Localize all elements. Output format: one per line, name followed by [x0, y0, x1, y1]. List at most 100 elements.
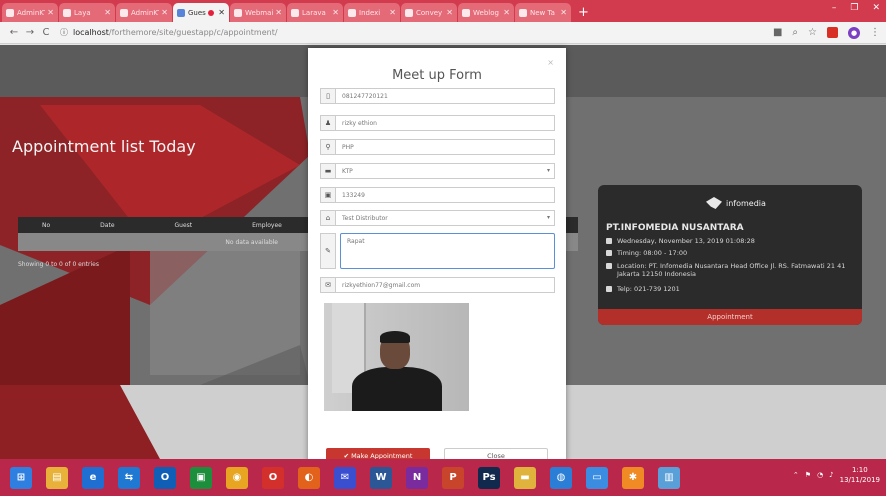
recording-dot-icon — [208, 9, 215, 16]
maximize-icon[interactable]: ❐ — [850, 3, 858, 13]
info-icon[interactable]: ⓘ — [60, 27, 68, 38]
browser-tab[interactable]: AdminKT ✕ — [2, 3, 58, 22]
windows-start-icon[interactable]: ⊞ — [10, 466, 32, 489]
network-tray-icon[interactable]: ◔ — [817, 471, 823, 479]
meetup-modal: × Meet up Form ▯ 081247720121 ♟ rizky et… — [308, 48, 566, 470]
tab-close-icon[interactable]: ✕ — [218, 8, 225, 17]
xampp-icon[interactable]: ✱ — [622, 466, 644, 489]
powerpoint-icon[interactable]: P — [442, 466, 464, 489]
browser-tab[interactable]: Laya ✕ — [59, 3, 115, 22]
tab-close-icon[interactable]: ✕ — [560, 8, 567, 17]
phone-icon — [606, 286, 612, 292]
tab-favicon-icon — [348, 8, 356, 17]
extension-icon[interactable] — [827, 27, 838, 38]
reload-icon[interactable]: C — [38, 27, 54, 38]
name-input[interactable]: rizky ethion — [336, 115, 555, 131]
user-icon: ♟ — [320, 115, 336, 131]
bookmark-star-icon[interactable]: ☆ — [808, 27, 817, 38]
phone-input[interactable]: 081247720121 — [336, 88, 555, 104]
column-header-guest[interactable]: Guest — [175, 222, 193, 229]
camera-icon[interactable]: ■ — [773, 27, 782, 38]
toolbar-extensions: ■ ⌕ ☆ ● ⋮ — [773, 26, 880, 39]
profile-avatar-icon[interactable]: ● — [848, 26, 860, 39]
forward-icon[interactable]: → — [22, 27, 38, 38]
tab-close-icon[interactable]: ✕ — [104, 8, 111, 17]
folder-icon[interactable]: ▬ — [514, 466, 536, 489]
tab-favicon-icon — [519, 8, 527, 17]
flag-icon[interactable]: ⚑ — [805, 471, 811, 479]
browser-tab[interactable]: Larava ✕ — [287, 3, 343, 22]
outlook-icon[interactable]: O — [154, 466, 176, 489]
purpose-field: ✎ Rapat — [320, 233, 555, 269]
back-icon[interactable]: ← — [6, 27, 22, 38]
column-header-date[interactable]: Date — [100, 222, 114, 229]
close-window-icon[interactable]: ✕ — [872, 3, 880, 13]
modal-close-icon[interactable]: × — [547, 58, 554, 67]
modal-title: Meet up Form — [392, 68, 482, 83]
browser-tab[interactable]: Webmai ✕ — [230, 3, 286, 22]
new-tab-button[interactable]: + — [572, 5, 595, 22]
tab-close-icon[interactable]: ✕ — [275, 8, 282, 17]
opera-icon[interactable]: O — [262, 466, 284, 489]
tab-favicon-icon — [462, 8, 470, 17]
tab-favicon-icon — [120, 8, 128, 17]
browser-tab[interactable]: AdminKT ✕ — [116, 3, 172, 22]
pc-icon[interactable]: ▭ — [586, 466, 608, 489]
browser-tab[interactable]: New Ta ✕ — [515, 3, 571, 22]
browser-tab[interactable]: Indexi ✕ — [344, 3, 400, 22]
notepad-icon[interactable]: ▥ — [658, 466, 680, 489]
file-explorer-icon[interactable]: ▤ — [46, 466, 68, 489]
tab-close-icon[interactable]: ✕ — [503, 8, 510, 17]
store-icon[interactable]: ▣ — [190, 466, 212, 489]
firefox-icon[interactable]: ◐ — [298, 466, 320, 489]
onenote-icon[interactable]: N — [406, 466, 428, 489]
id-card-icon: ▬ — [320, 163, 336, 179]
system-tray: ⌃ ⚑ ◔ ♪ 1:10 13/11/2019 — [793, 465, 880, 485]
chrome-icon[interactable]: ◉ — [226, 466, 248, 489]
company-name: PT.INFOMEDIA NUSANTARA — [606, 223, 744, 233]
employee-select[interactable]: Test Distributor ▾ — [336, 210, 555, 226]
tab-close-icon[interactable]: ✕ — [161, 8, 168, 17]
network-icon[interactable]: ◍ — [550, 466, 572, 489]
email-icon: ✉ — [320, 277, 336, 293]
id-type-select[interactable]: KTP ▾ — [336, 163, 555, 179]
column-header-no[interactable]: No — [42, 222, 50, 229]
company-input[interactable]: PHP — [336, 139, 555, 155]
window-controls: – ❐ ✕ — [832, 3, 880, 13]
table-info-text: Showing 0 to 0 of 0 entries — [18, 261, 99, 268]
minimize-icon[interactable]: – — [832, 3, 837, 13]
teamviewer-icon[interactable]: ⇆ — [118, 466, 140, 489]
tab-favicon-icon — [291, 8, 299, 17]
browser-tab-active[interactable]: Gues ✕ — [173, 3, 229, 22]
zoom-icon[interactable]: ⌕ — [792, 27, 798, 38]
id-badge-icon: ▣ — [320, 187, 336, 203]
email-input[interactable]: rizkyethion77@gmail.com — [336, 277, 555, 293]
location-line: Location: PT. Infomedia Nusantara Head O… — [606, 262, 854, 278]
webcam-preview — [324, 303, 469, 411]
purpose-textarea[interactable]: Rapat — [340, 233, 555, 269]
url-input[interactable]: ⓘ localhost /forthemore/site/guestapp/c/… — [60, 25, 765, 41]
tab-favicon-icon — [63, 8, 71, 17]
photoshop-icon[interactable]: Ps — [478, 466, 500, 489]
appointment-button[interactable]: Appointment — [598, 309, 862, 325]
chevron-down-icon: ▾ — [546, 214, 550, 221]
tray-arrow-icon[interactable]: ⌃ — [793, 471, 799, 479]
tab-close-icon[interactable]: ✕ — [47, 8, 54, 17]
company-info-card: infomedia PT.INFOMEDIA NUSANTARA Wednesd… — [598, 185, 862, 325]
browser-tab[interactable]: Weblog ✕ — [458, 3, 514, 22]
tab-close-icon[interactable]: ✕ — [332, 8, 339, 17]
phone-line: Telp: 021-739 1201 — [606, 285, 854, 293]
browser-tab[interactable]: Convey ✕ — [401, 3, 457, 22]
clock[interactable]: 1:10 13/11/2019 — [840, 465, 880, 485]
menu-icon[interactable]: ⋮ — [870, 27, 880, 38]
volume-icon[interactable]: ♪ — [829, 471, 833, 479]
tab-close-icon[interactable]: ✕ — [446, 8, 453, 17]
mail-icon[interactable]: ✉ — [334, 466, 356, 489]
word-icon[interactable]: W — [370, 466, 392, 489]
column-header-employee[interactable]: Employee — [252, 222, 282, 229]
id-number-input[interactable]: 133249 — [336, 187, 555, 203]
tab-favicon-icon — [234, 8, 242, 17]
internet-explorer-icon[interactable]: e — [82, 466, 104, 489]
id-number-field: ▣ 133249 — [320, 187, 555, 203]
tab-close-icon[interactable]: ✕ — [389, 8, 396, 17]
